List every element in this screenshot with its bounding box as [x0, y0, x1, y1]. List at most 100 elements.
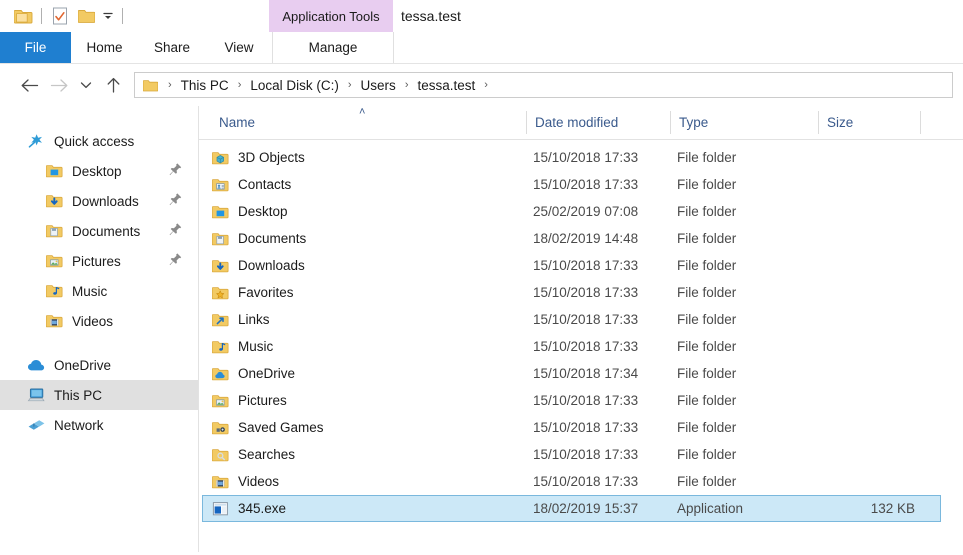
file-name-label: Saved Games: [238, 420, 324, 435]
sidebar-item-label: Desktop: [72, 163, 122, 179]
application-exe-icon: [211, 500, 229, 518]
table-row[interactable]: Desktop 25/02/2019 07:08 File folder: [202, 198, 941, 225]
table-row[interactable]: OneDrive 15/10/2018 17:34 File folder: [202, 360, 941, 387]
forward-button[interactable]: [44, 70, 74, 100]
file-name-cell: Saved Games: [203, 419, 527, 437]
window-title: tessa.test: [401, 8, 461, 24]
column-header-size[interactable]: Size: [819, 106, 921, 139]
file-name-cell: 345.exe: [203, 500, 527, 518]
column-header-type[interactable]: Type: [671, 106, 819, 139]
table-row[interactable]: Documents 18/02/2019 14:48 File folder: [202, 225, 941, 252]
pin-icon[interactable]: [169, 163, 182, 180]
file-date-cell: 18/02/2019 15:37: [533, 501, 639, 516]
tab-file[interactable]: File: [0, 32, 71, 63]
file-name-cell: Downloads: [203, 257, 527, 275]
address-path-field[interactable]: › This PC › Local Disk (C:) › Users › te…: [134, 72, 953, 98]
tab-view[interactable]: View: [206, 32, 272, 63]
breadcrumb-tessa-test[interactable]: tessa.test: [415, 78, 477, 93]
file-name-label: Searches: [238, 447, 296, 462]
table-row[interactable]: 345.exe 18/02/2019 15:37 Application 132 KB: [202, 495, 941, 522]
sidebar-item-downloads[interactable]: Downloads: [0, 186, 198, 216]
file-type-cell: File folder: [677, 177, 737, 192]
table-row[interactable]: Contacts 15/10/2018 17:33 File folder: [202, 171, 941, 198]
sort-ascending-caret-icon: ˄: [359, 106, 366, 118]
file-type-cell: File folder: [677, 366, 737, 381]
folder-pictures-icon: [44, 251, 64, 271]
file-type-cell: File folder: [677, 339, 737, 354]
column-header-size-label: Size: [827, 115, 854, 130]
customize-toolbar-chevron-down-icon[interactable]: [99, 3, 117, 29]
explorer-folder-icon[interactable]: [10, 3, 36, 29]
tab-share[interactable]: Share: [138, 32, 206, 63]
table-row[interactable]: Favorites 15/10/2018 17:33 File folder: [202, 279, 941, 306]
file-type-cell: File folder: [677, 150, 737, 165]
sidebar-item-music[interactable]: Music: [0, 276, 198, 306]
tab-home[interactable]: Home: [71, 32, 138, 63]
sidebar-item-quick-access[interactable]: Quick access: [0, 126, 198, 156]
file-name-cell: Desktop: [203, 203, 527, 221]
pin-icon[interactable]: [169, 193, 182, 210]
sidebar-item-label: Music: [72, 283, 108, 299]
sidebar-item-videos[interactable]: Videos: [0, 306, 198, 336]
tab-manage[interactable]: Manage: [309, 40, 358, 55]
new-folder-icon[interactable]: [73, 3, 99, 29]
address-bar: › This PC › Local Disk (C:) › Users › te…: [0, 64, 963, 106]
breadcrumb-separator-1[interactable]: ›: [231, 79, 249, 91]
table-row[interactable]: Downloads 15/10/2018 17:33 File folder: [202, 252, 941, 279]
file-name-cell: Music: [203, 338, 527, 356]
cloud-icon: [26, 355, 46, 375]
sidebar-item-documents[interactable]: Documents: [0, 216, 198, 246]
table-row[interactable]: Searches 15/10/2018 17:33 File folder: [202, 441, 941, 468]
pin-icon[interactable]: [169, 253, 182, 270]
table-row[interactable]: 3D Objects 15/10/2018 17:33 File folder: [202, 144, 941, 171]
sidebar-item-network[interactable]: Network: [0, 410, 198, 440]
file-type-cell: File folder: [677, 420, 737, 435]
breadcrumb-local-disk[interactable]: Local Disk (C:): [248, 78, 341, 93]
breadcrumb-this-pc[interactable]: This PC: [179, 78, 231, 93]
properties-icon[interactable]: [47, 3, 73, 29]
back-button[interactable]: [14, 70, 44, 100]
sidebar-item-desktop[interactable]: Desktop: [0, 156, 198, 186]
recent-locations-chevron-down-icon[interactable]: [74, 70, 98, 100]
file-list-pane: Name ˄ Date modified Type Size 3D Object…: [199, 106, 963, 552]
table-row[interactable]: Saved Games 15/10/2018 17:33 File folder: [202, 414, 941, 441]
file-type-cell: Application: [677, 501, 744, 516]
column-divider-size[interactable]: [920, 111, 921, 134]
sidebar-item-onedrive[interactable]: OneDrive: [0, 350, 198, 380]
file-date-cell: 15/10/2018 17:33: [533, 177, 639, 192]
pin-icon[interactable]: [169, 223, 182, 240]
folder-savedgames-icon: [211, 419, 229, 437]
file-name-cell: Favorites: [203, 284, 527, 302]
sidebar-item-pictures[interactable]: Pictures: [0, 246, 198, 276]
file-name-label: Music: [238, 339, 274, 354]
table-row[interactable]: Links 15/10/2018 17:33 File folder: [202, 306, 941, 333]
column-header-name-label: Name: [219, 115, 256, 130]
breadcrumb-users[interactable]: Users: [359, 78, 398, 93]
sidebar-item-this-pc[interactable]: This PC: [0, 380, 198, 410]
table-row[interactable]: Pictures 15/10/2018 17:33 File folder: [202, 387, 941, 414]
column-header-date-modified[interactable]: Date modified: [527, 106, 671, 139]
network-icon: [26, 415, 46, 435]
address-folder-icon: [142, 77, 159, 94]
breadcrumb-separator-4[interactable]: ›: [477, 79, 495, 91]
sidebar-item-label: Documents: [72, 223, 141, 239]
file-date-cell: 15/10/2018 17:33: [533, 312, 639, 327]
quick-access-toolbar: [0, 0, 128, 32]
table-row[interactable]: Videos 15/10/2018 17:33 File folder: [202, 468, 941, 495]
table-row[interactable]: Music 15/10/2018 17:33 File folder: [202, 333, 941, 360]
breadcrumb-separator-2[interactable]: ›: [341, 79, 359, 91]
file-name-cell: Documents: [203, 230, 527, 248]
file-date-cell: 15/10/2018 17:33: [533, 447, 639, 462]
column-header-row: Name ˄ Date modified Type Size: [199, 106, 963, 140]
title-bar: Application Tools tessa.test: [0, 0, 963, 32]
file-type-cell: File folder: [677, 231, 737, 246]
file-type-cell: File folder: [677, 474, 737, 489]
toolbar-separator: [41, 8, 42, 24]
file-name-label: Documents: [238, 231, 307, 246]
breadcrumb-separator-0[interactable]: ›: [161, 79, 179, 91]
breadcrumb-separator-3[interactable]: ›: [398, 79, 416, 91]
column-header-name[interactable]: Name ˄: [199, 106, 527, 139]
file-name-cell: OneDrive: [203, 365, 527, 383]
file-date-cell: 15/10/2018 17:33: [533, 150, 639, 165]
up-one-level-button[interactable]: [98, 70, 128, 100]
